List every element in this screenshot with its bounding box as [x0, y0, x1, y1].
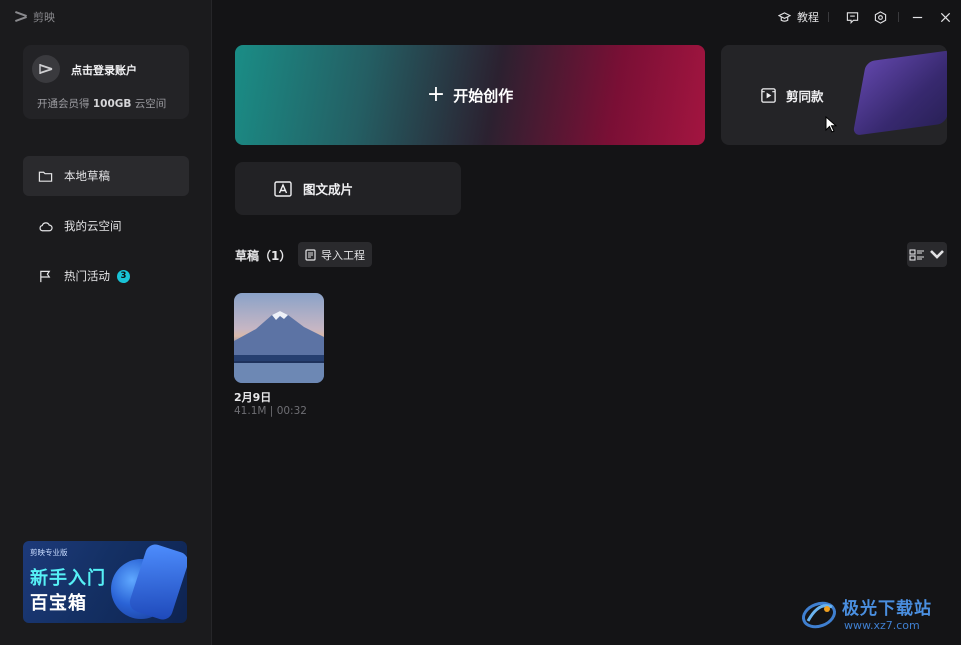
- watermark-url: www.xz7.com: [844, 619, 920, 632]
- promo-title-line2: 百宝箱: [30, 593, 87, 614]
- text-to-video-icon: [274, 180, 292, 197]
- vip-highlight: 100GB: [92, 98, 132, 110]
- close-button[interactable]: [931, 3, 959, 31]
- sidebar-item-label: 热门活动: [64, 269, 110, 283]
- vip-prefix: 开通会员得: [37, 98, 90, 110]
- drafts-section-title: 草稿（1）: [235, 249, 292, 263]
- sidebar-item-hot-events[interactable]: 热门活动 3: [23, 256, 189, 296]
- settings-button[interactable]: [866, 3, 894, 31]
- promo-banner[interactable]: 剪映专业版 新手入门 百宝箱: [23, 541, 187, 623]
- watermark-logo-icon: [802, 601, 836, 629]
- divider: [898, 12, 899, 22]
- avatar[interactable]: [32, 55, 60, 83]
- capcut-logo-icon: [14, 11, 28, 23]
- draft-size: 41.1M: [234, 405, 267, 417]
- chevron-down-icon: [930, 249, 944, 259]
- divider: [828, 12, 829, 22]
- settings-icon: [874, 10, 886, 24]
- mouse-cursor-icon: [825, 116, 837, 133]
- template-label: 剪同款: [786, 89, 824, 104]
- sidebar: 剪映 点击登录账户 开通会员得 100GB 云空间 本地草稿 我的云空间 热门活…: [0, 0, 212, 645]
- vip-suffix: 云空间: [134, 98, 167, 110]
- tutorial-button[interactable]: 教程: [778, 9, 819, 25]
- grid-view-icon: [909, 248, 924, 261]
- meta-separator: |: [269, 405, 277, 417]
- tutorial-label: 教程: [797, 11, 819, 24]
- promo-brand: 剪映专业版: [30, 548, 68, 557]
- feedback-button[interactable]: [838, 3, 866, 31]
- folder-icon: [38, 171, 53, 182]
- login-link[interactable]: 点击登录账户: [71, 62, 137, 78]
- draft-thumbnail[interactable]: [234, 293, 324, 383]
- mountain-thumbnail-image: [234, 311, 324, 383]
- draft-name: 2月9日: [234, 391, 272, 404]
- capcut-logo-icon: [39, 64, 53, 74]
- text-to-video-label: 图文成片: [303, 182, 354, 197]
- cloud-icon: [39, 221, 53, 231]
- app-logo: 剪映: [14, 9, 55, 25]
- account-card[interactable]: 点击登录账户 开通会员得 100GB 云空间: [23, 45, 189, 119]
- start-creating-button[interactable]: + 开始创作: [235, 45, 705, 145]
- draft-duration: 00:32: [276, 405, 307, 417]
- close-icon: [940, 12, 950, 22]
- template-content: 剪同款: [760, 86, 824, 105]
- app-name: 剪映: [33, 11, 55, 24]
- template-icon: [761, 88, 776, 103]
- watermark: 极光下载站 www.xz7.com: [800, 592, 956, 638]
- template-deco-graphic: [852, 49, 947, 136]
- promo-shape-graphic: [127, 541, 187, 623]
- document-icon: [305, 248, 316, 261]
- minimize-button[interactable]: [903, 3, 931, 31]
- sidebar-item-label: 我的云空间: [64, 219, 122, 233]
- minimize-icon: [912, 16, 922, 18]
- feedback-icon: [846, 11, 858, 24]
- vip-promo-text[interactable]: 开通会员得 100GB 云空间: [37, 96, 166, 111]
- import-project-button[interactable]: 导入工程: [298, 242, 372, 267]
- sidebar-item-local-drafts[interactable]: 本地草稿: [23, 156, 189, 196]
- flag-icon: [40, 270, 51, 282]
- watermark-title: 极光下载站: [842, 599, 932, 619]
- import-project-label: 导入工程: [321, 248, 365, 262]
- view-mode-toggle[interactable]: [907, 242, 947, 267]
- sidebar-item-label: 本地草稿: [64, 169, 110, 183]
- promo-title-line1: 新手入门: [30, 568, 106, 589]
- graduation-cap-icon: [778, 11, 791, 22]
- plus-icon: +: [426, 82, 446, 107]
- text-to-video-button[interactable]: 图文成片: [235, 162, 461, 215]
- notification-badge: 3: [117, 269, 130, 283]
- title-bar: 教程: [778, 0, 961, 34]
- start-creating-label: 开始创作: [453, 86, 514, 105]
- sidebar-item-cloud-space[interactable]: 我的云空间: [23, 206, 189, 246]
- draft-meta: 41.1M | 00:32: [234, 405, 307, 417]
